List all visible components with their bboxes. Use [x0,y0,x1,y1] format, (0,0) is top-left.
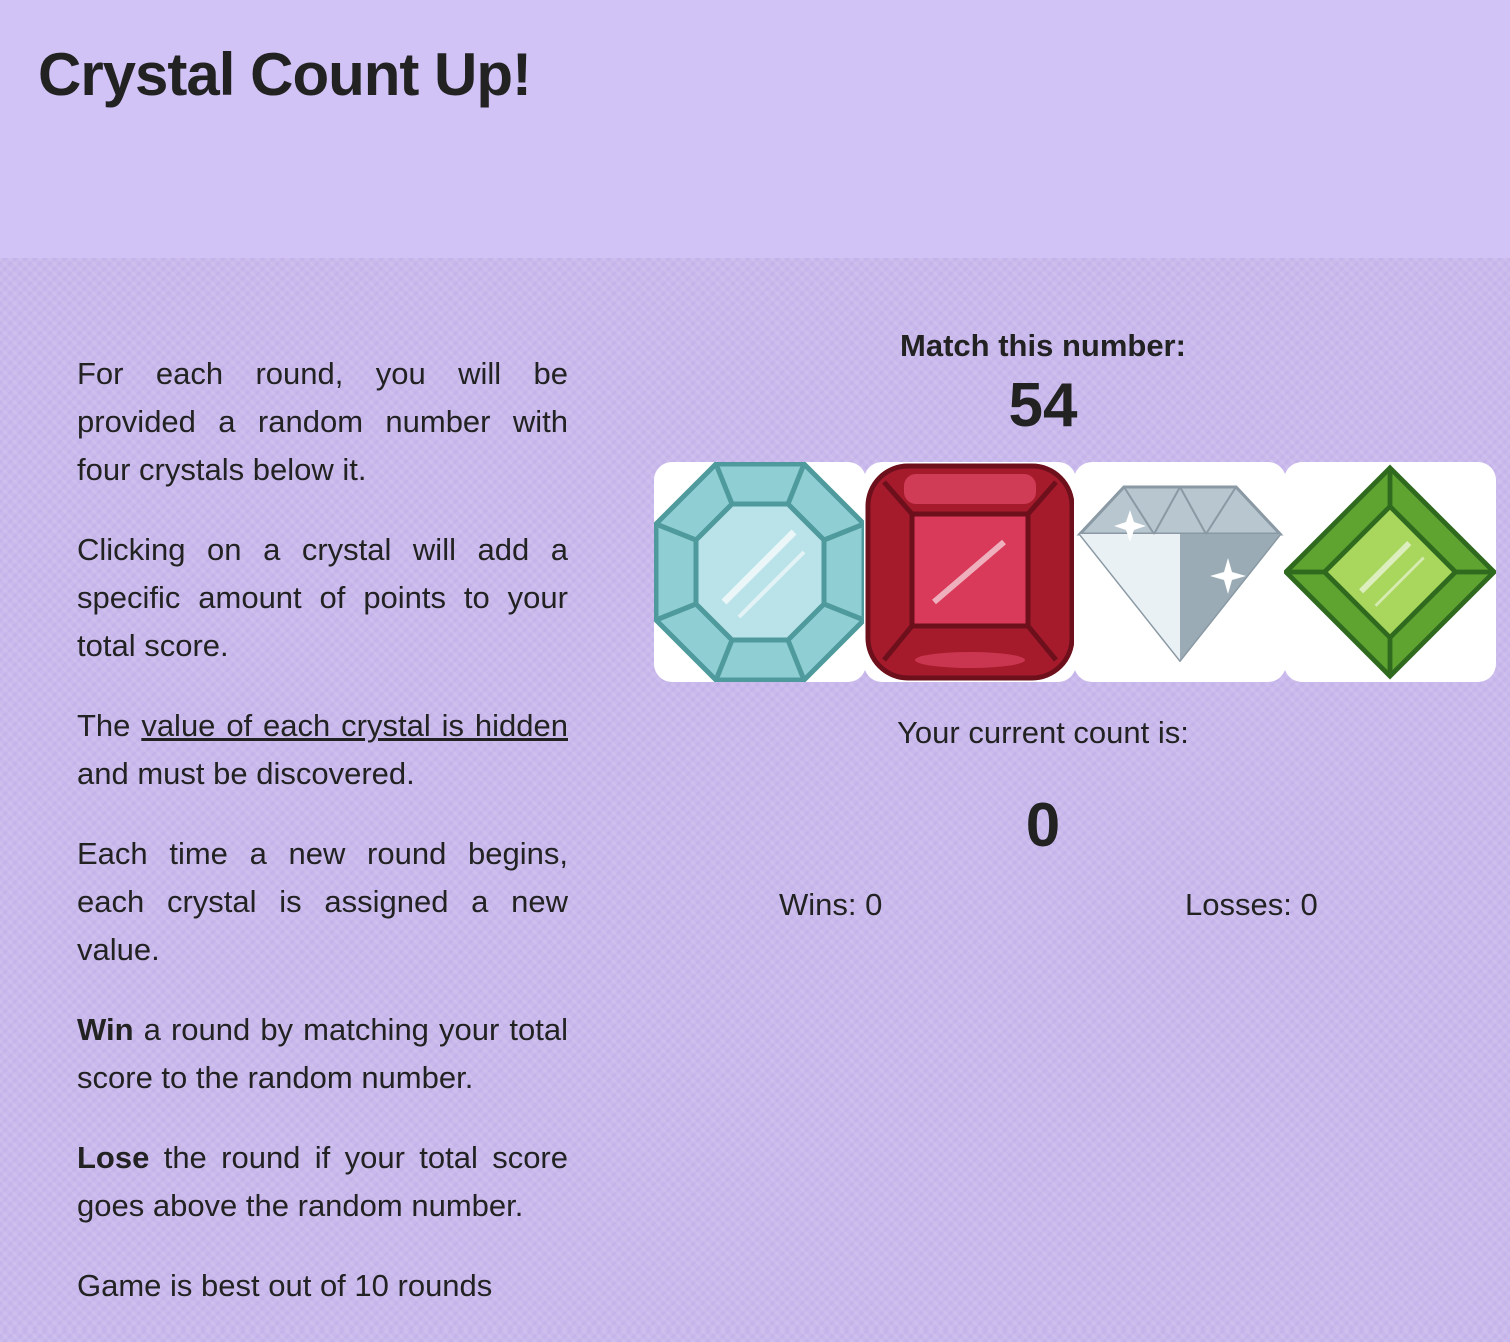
page-title: Crystal Count Up! [38,41,532,108]
hidden-value-emphasis: value of each crystal is hidden [141,708,568,743]
rule-paragraph: Lose the round if your total score goes … [77,1134,568,1230]
lose-keyword: Lose [77,1140,150,1175]
diamond-crystal-button[interactable] [1074,462,1286,682]
octagon-gem-icon [654,462,866,682]
rule-text: and must be discovered. [77,756,415,791]
rule-text: a round by matching your total score to … [77,1012,568,1095]
rule-paragraph: Game is best out of 10 rounds [77,1268,493,1303]
crystal-row [654,462,1504,682]
current-count: 0 [1025,791,1061,860]
wins-counter: Wins: 0 [779,887,883,922]
win-keyword: Win [77,1012,134,1047]
rule-paragraph: Clicking on a crystal will add a specifi… [77,526,568,670]
rule-paragraph: For each round, you will be provided a r… [77,356,568,487]
square-gem-icon [865,463,1075,681]
ruby-crystal-button[interactable] [864,462,1076,682]
rule-text: Clicking on a crystal will add a specifi… [77,532,568,663]
count-label: Your current count is: [897,715,1189,750]
rule-text: the round if your total score goes above… [77,1140,568,1223]
diamond-icon [1076,485,1284,663]
emerald-crystal-button[interactable] [1284,462,1496,682]
header-banner: Crystal Count Up! [0,0,1510,258]
rhombus-gem-icon [1284,464,1496,680]
rule-text: The [77,708,142,743]
match-label: Match this number: [900,328,1186,363]
target-number: 54 [1008,371,1078,440]
rule-paragraph: Each time a new round begins, each cryst… [77,836,568,967]
rule-paragraph: The value of each crystal is hidden and … [77,702,568,798]
rule-paragraph: Win a round by matching your total score… [77,1006,568,1102]
rules-text: For each round, you will be provided a r… [77,350,568,1342]
aqua-crystal-button[interactable] [654,462,866,682]
losses-counter: Losses: 0 [1185,887,1318,922]
